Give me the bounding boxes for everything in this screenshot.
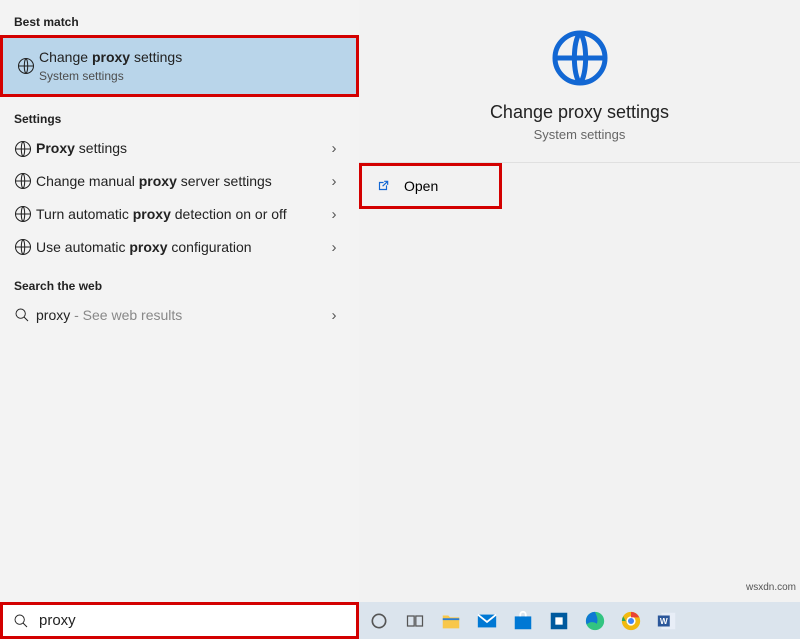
open-action-highlight: Open: [359, 163, 502, 209]
globe-icon: [17, 57, 39, 75]
search-icon: [3, 613, 39, 629]
t: settings: [130, 49, 182, 65]
t: Change manual: [36, 173, 139, 189]
search-box[interactable]: [0, 602, 359, 639]
settings-item[interactable]: Use automatic proxy configuration ›: [0, 231, 359, 264]
settings-item-text: Proxy settings: [36, 139, 323, 158]
t: proxy: [133, 206, 171, 222]
settings-item[interactable]: Turn automatic proxy detection on or off…: [0, 198, 359, 231]
t: Use automatic: [36, 239, 129, 255]
t: proxy: [92, 49, 130, 65]
t: proxy: [139, 173, 177, 189]
t: Change: [39, 49, 92, 65]
t: detection on or off: [171, 206, 287, 222]
chevron-right-icon: ›: [323, 307, 345, 324]
t: Turn automatic: [36, 206, 133, 222]
best-match-sub: System settings: [39, 68, 342, 84]
settings-item-text: Change manual proxy server settings: [36, 172, 323, 191]
web-search-text: proxy - See web results: [36, 306, 323, 325]
open-external-icon: [376, 179, 396, 193]
best-match-text: Change proxy settings System settings: [39, 48, 342, 84]
store-icon[interactable]: [509, 607, 537, 635]
chrome-icon[interactable]: [617, 607, 645, 635]
t: Proxy: [36, 140, 75, 156]
section-search-web: Search the web: [14, 279, 345, 293]
search-results-panel: Best match Change proxy settings System …: [0, 0, 359, 602]
globe-icon: [14, 172, 36, 190]
file-explorer-icon[interactable]: [437, 607, 465, 635]
web-search-item[interactable]: proxy - See web results ›: [0, 299, 359, 332]
tile-app-icon[interactable]: [545, 607, 573, 635]
chevron-right-icon: ›: [323, 239, 345, 256]
svg-text:W: W: [660, 617, 668, 626]
detail-title: Change proxy settings: [490, 102, 669, 123]
task-view-icon[interactable]: [401, 607, 429, 635]
bottom-bar: W: [0, 602, 800, 639]
cortana-icon[interactable]: [365, 607, 393, 635]
settings-item-text: Use automatic proxy configuration: [36, 238, 323, 257]
search-input[interactable]: [39, 612, 356, 629]
t: proxy: [36, 307, 70, 323]
detail-subtitle: System settings: [534, 127, 626, 142]
settings-item[interactable]: Proxy settings ›: [0, 132, 359, 165]
t: server settings: [177, 173, 272, 189]
globe-icon: [14, 238, 36, 256]
section-settings: Settings: [14, 112, 345, 126]
open-label: Open: [404, 178, 438, 194]
best-match-item[interactable]: Change proxy settings System settings: [3, 38, 356, 94]
section-best-match: Best match: [14, 15, 345, 29]
globe-icon: [14, 140, 36, 158]
t: settings: [75, 140, 127, 156]
settings-item-text: Turn automatic proxy detection on or off: [36, 205, 323, 224]
chevron-right-icon: ›: [323, 206, 345, 223]
detail-head: Change proxy settings System settings: [359, 28, 800, 142]
mail-icon[interactable]: [473, 607, 501, 635]
detail-panel: Change proxy settings System settings Op…: [359, 0, 800, 602]
chevron-right-icon: ›: [323, 173, 345, 190]
t: - See web results: [70, 307, 182, 323]
search-icon: [14, 307, 36, 323]
word-icon[interactable]: W: [653, 607, 681, 635]
globe-icon-large: [550, 28, 610, 88]
open-action[interactable]: Open: [362, 166, 499, 206]
chevron-right-icon: ›: [323, 140, 345, 157]
settings-item[interactable]: Change manual proxy server settings ›: [0, 165, 359, 198]
t: configuration: [168, 239, 252, 255]
globe-icon: [14, 205, 36, 223]
edge-icon[interactable]: [581, 607, 609, 635]
t: proxy: [129, 239, 167, 255]
taskbar: W: [359, 602, 800, 639]
watermark: wsxdn.com: [746, 582, 796, 593]
best-match-highlight: Change proxy settings System settings: [0, 35, 359, 97]
